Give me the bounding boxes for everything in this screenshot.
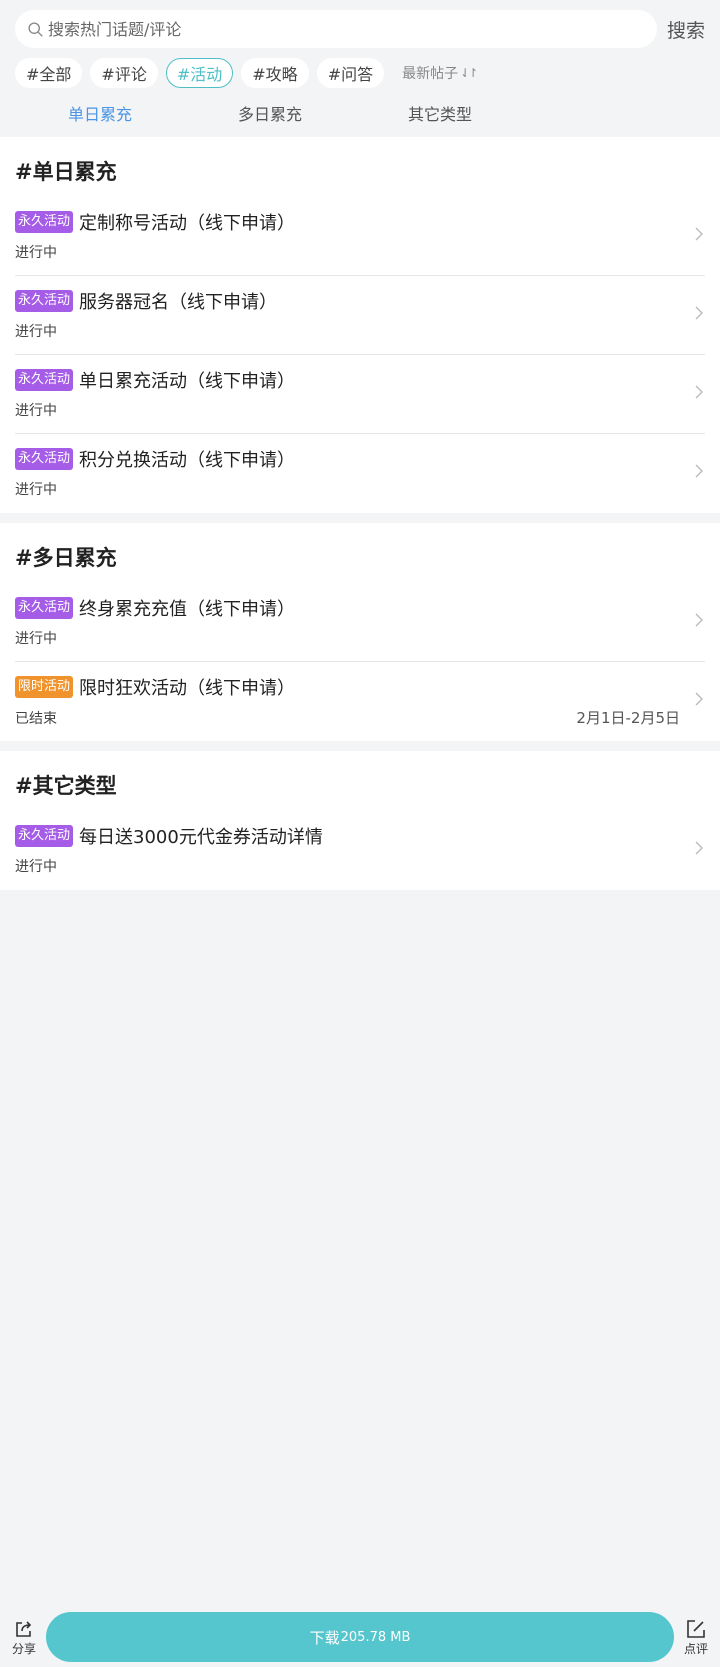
tab-multi-day[interactable]: 多日累充 — [185, 101, 355, 125]
search-icon — [28, 21, 43, 37]
search-row: 搜索 — [15, 10, 705, 48]
topic-chip-row: #全部 #评论 #活动 #攻略 #问答 最新帖子 ⇃↾ — [15, 57, 705, 89]
activity-title: 服务器冠名（线下申请） — [79, 292, 278, 313]
download-size: 205.78 MB — [340, 1629, 411, 1645]
activity-title: 定制称号活动（线下申请） — [79, 213, 296, 234]
activity-section: #多日累充 永久活动 终身累充充值（线下申请） 进行中 限时活动 限时狂欢活动（… — [0, 523, 720, 741]
chevron-right-icon — [695, 385, 703, 399]
sort-button[interactable]: 最新帖子 ⇃↾ — [402, 63, 478, 83]
chevron-right-icon — [695, 692, 703, 706]
activity-item[interactable]: 永久活动 服务器冠名（线下申请） 进行中 — [0, 276, 720, 355]
category-tabs: 单日累充 多日累充 其它类型 — [15, 89, 705, 137]
activity-status: 进行中 — [15, 482, 57, 498]
activity-item[interactable]: 永久活动 积分兑换活动（线下申请） 进行中 — [0, 434, 720, 513]
activity-status: 进行中 — [15, 631, 57, 647]
section-title: #多日累充 — [15, 546, 117, 570]
chip-guide[interactable]: #攻略 — [241, 58, 309, 88]
activity-badge: 永久活动 — [15, 211, 74, 233]
search-input[interactable] — [48, 19, 645, 39]
chevron-right-icon — [695, 613, 703, 627]
top-area: 搜索 #全部 #评论 #活动 #攻略 #问答 最新帖子 ⇃↾ 单日累充 多日累充… — [0, 0, 720, 137]
activity-item[interactable]: 永久活动 终身累充充值（线下申请） 进行中 — [0, 583, 720, 662]
tab-other[interactable]: 其它类型 — [355, 101, 525, 125]
search-button[interactable]: 搜索 — [667, 16, 705, 43]
chevron-right-icon — [695, 227, 703, 241]
tab-single-day[interactable]: 单日累充 — [15, 101, 185, 125]
activity-date: 2月1日-2月5日 — [576, 709, 680, 727]
download-label: 下载 — [309, 1628, 340, 1647]
activity-item[interactable]: 永久活动 每日送3000元代金券活动详情 进行中 — [0, 811, 720, 890]
activity-status: 进行中 — [15, 324, 57, 340]
activity-status: 进行中 — [15, 245, 57, 261]
share-label: 分享 — [11, 1641, 36, 1656]
activity-status: 已结束 — [15, 710, 57, 727]
chevron-right-icon — [695, 306, 703, 320]
activity-badge: 限时活动 — [15, 676, 74, 698]
search-box[interactable] — [15, 10, 657, 48]
chip-all[interactable]: #全部 — [15, 58, 83, 88]
sort-icon: ⇃↾ — [460, 66, 478, 80]
share-icon — [16, 1620, 32, 1637]
activity-item[interactable]: 永久活动 定制称号活动（线下申请） 进行中 — [0, 197, 720, 276]
activity-item[interactable]: 永久活动 单日累充活动（线下申请） 进行中 — [0, 355, 720, 434]
activity-title: 终身累充充值（线下申请） — [79, 599, 296, 620]
activity-badge: 永久活动 — [15, 369, 74, 391]
activity-status: 进行中 — [15, 403, 57, 419]
review-label: 点评 — [683, 1641, 708, 1656]
activity-title: 积分兑换活动（线下申请） — [79, 450, 296, 471]
bottom-bar: 分享 下载 205.78 MB 点评 — [0, 1607, 720, 1667]
activity-status: 进行中 — [15, 859, 57, 875]
download-button[interactable]: 下载 205.78 MB — [46, 1612, 674, 1662]
activity-section: #其它类型 永久活动 每日送3000元代金券活动详情 进行中 — [0, 751, 720, 890]
activity-title: 单日累充活动（线下申请） — [79, 371, 296, 392]
chip-comment[interactable]: #评论 — [90, 58, 158, 88]
activity-badge: 永久活动 — [15, 597, 74, 619]
activity-section: #单日累充 永久活动 定制称号活动（线下申请） 进行中 永久活动 服务器冠名（线… — [0, 137, 720, 513]
chip-activity[interactable]: #活动 — [165, 58, 234, 88]
activity-item[interactable]: 限时活动 限时狂欢活动（线下申请） 已结束 2月1日-2月5日 — [0, 662, 720, 741]
share-button[interactable]: 分享 — [8, 1618, 40, 1657]
activity-title: 每日送3000元代金券活动详情 — [79, 827, 323, 848]
activity-badge: 永久活动 — [15, 448, 74, 470]
activity-badge: 永久活动 — [15, 290, 74, 312]
section-title: #单日累充 — [15, 160, 117, 184]
activity-sections: #单日累充 永久活动 定制称号活动（线下申请） 进行中 永久活动 服务器冠名（线… — [0, 137, 720, 890]
edit-icon — [687, 1619, 705, 1638]
chevron-right-icon — [695, 841, 703, 855]
activity-title: 限时狂欢活动（线下申请） — [79, 678, 296, 699]
sort-label: 最新帖子 — [402, 66, 459, 82]
activity-badge: 永久活动 — [15, 825, 74, 847]
section-title: #其它类型 — [15, 774, 117, 798]
chip-qa[interactable]: #问答 — [316, 58, 385, 88]
chevron-right-icon — [695, 464, 703, 478]
review-button[interactable]: 点评 — [680, 1618, 712, 1657]
